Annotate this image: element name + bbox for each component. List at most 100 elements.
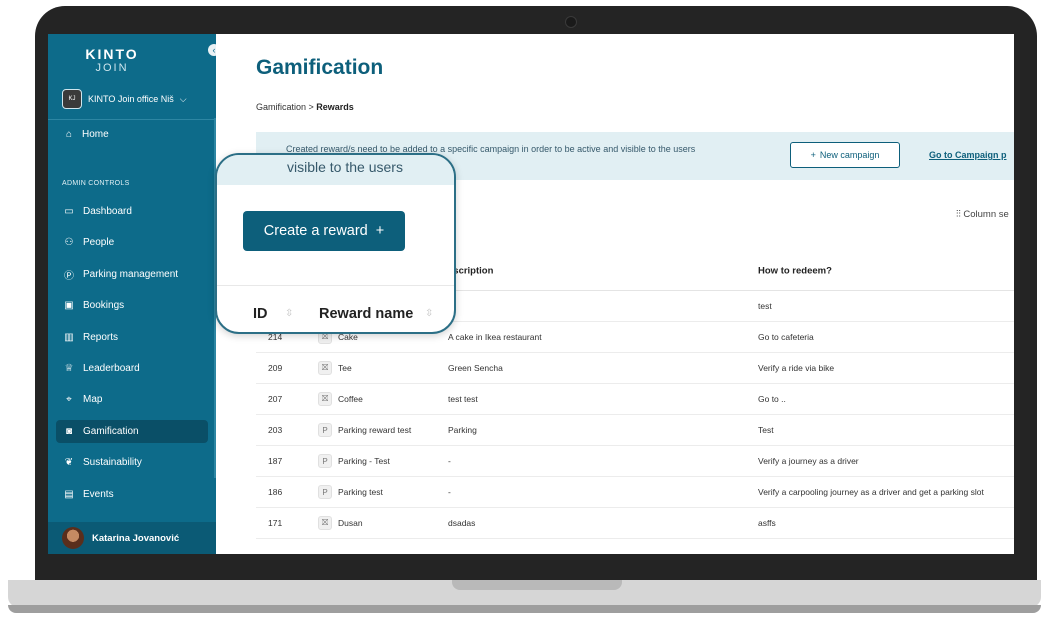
cell-description: Parking (448, 425, 477, 435)
column-settings-button[interactable]: ⫶⫶ Column se (956, 209, 1009, 220)
sort-icon[interactable]: ⇳ (285, 308, 293, 319)
sidebar-item-events[interactable]: ▤ Events (56, 483, 208, 506)
logo-top: KINTO (85, 46, 139, 62)
gamepad-icon: ◙ (65, 425, 73, 437)
camera-icon (565, 16, 577, 28)
sidebar-item-gamification[interactable]: ◙ Gamification (56, 419, 208, 443)
cell-how-to-redeem: Verify a carpooling journey as a driver … (758, 487, 984, 497)
cell-description: Green Sencha (448, 363, 503, 373)
parking-icon: P (318, 485, 332, 499)
chevron-down-icon: ⌵ (179, 93, 187, 104)
cell-reward-name: Tee (338, 363, 352, 373)
new-campaign-label: New campaign (819, 150, 880, 160)
cell-description: A cake in Ikea restaurant (448, 332, 542, 342)
column-header-reward-name[interactable]: Reward name (319, 306, 413, 322)
cell-reward-name: Coffee (338, 394, 363, 404)
create-reward-label: Create a reward (263, 223, 368, 239)
cell-how-to-redeem: asffs (758, 518, 776, 528)
breadcrumb-parent[interactable]: Gamification > (256, 102, 316, 112)
sidebar-item-bookings[interactable]: ▣ Bookings (56, 294, 208, 317)
sort-icon[interactable]: ⇳ (425, 308, 433, 319)
sidebar-item-label: Dashboard (83, 206, 132, 217)
sidebar-item-dashboard[interactable]: ▭ Dashboard (56, 200, 208, 223)
sidebar-item-label: Sustainability (83, 457, 142, 469)
breadcrumb: Gamification > Rewards (256, 102, 354, 112)
people-icon: ⚇ (64, 237, 74, 249)
page-title: Gamification (256, 56, 384, 79)
office-name: KINTO Join office Niš (88, 94, 174, 104)
map-icon: ⌖ (66, 394, 72, 406)
sidebar-nav: ▭ Dashboard ⚇ People Ⓟ Parking management ▣ Boo… (56, 200, 208, 514)
admin-controls-label: ADMIN CONTROLS (62, 180, 130, 187)
table-row[interactable]: 209 Tee Green Sencha Verify a ride via bike… (256, 353, 1014, 384)
laptop-notch (452, 580, 622, 590)
cell-how-to-redeem: test (758, 301, 772, 311)
parking-icon: P (318, 423, 332, 437)
events-icon: ▤ (64, 488, 74, 500)
zoom-callout: visible to the users Create a reward + I… (215, 153, 456, 334)
table-row[interactable]: 186 Parking test - Verify a carpooling jour… (256, 477, 1014, 508)
sidebar-item-label: People (83, 237, 115, 249)
avatar (62, 527, 84, 549)
table-row[interactable]: 187 Parking - Test - Verify a journey as a … (256, 446, 1014, 477)
plus-icon: + (375, 223, 385, 239)
cell-id: 171 (268, 518, 283, 528)
sidebar-item-people[interactable]: ⚇ People (56, 231, 208, 254)
sidebar-item-label: Leaderboard (83, 362, 140, 374)
gift-icon: ⛝ (318, 392, 332, 406)
table-row[interactable]: 207 Coffee test test Go to .. ⛝ (256, 384, 1014, 415)
cell-how-to-redeem: Go to cafeteria (758, 332, 814, 342)
gift-icon: ⛝ (318, 361, 332, 375)
sidebar-item-label: Gamification (83, 425, 139, 437)
office-avatar: KJ (62, 89, 82, 109)
sidebar-item-sustainability[interactable]: ❦ Sustainability (56, 451, 208, 474)
parking-icon: P (318, 454, 332, 468)
cell-id: 186 (268, 487, 283, 497)
logo-bottom: JOIN (95, 62, 129, 74)
sidebar-item-leaderboard[interactable]: ♕ Leaderboard (56, 357, 208, 380)
column-settings-label: Column se (963, 209, 1009, 220)
sidebar-item-parking-management[interactable]: Ⓟ Parking management (56, 263, 208, 286)
create-reward-button[interactable]: Create a reward + (243, 211, 405, 251)
sidebar-item-home[interactable]: ⌂ Home (62, 129, 109, 140)
table-row[interactable]: 203 Parking reward test Parking Test P (256, 415, 1014, 446)
screen: KINTO JOIN ‹ KJ KINTO Join office Niš ⌵ … (48, 34, 1014, 554)
cell-how-to-redeem: Test (758, 425, 774, 435)
callout-table-header: ID ⇳ Reward name ⇳ (217, 285, 454, 331)
sidebar-item-label: Home (82, 129, 109, 140)
cell-id: 207 (268, 394, 283, 404)
cell-reward-name: Parking reward test (338, 425, 412, 435)
callout-banner-text: visible to the users (287, 159, 403, 175)
callout-banner: visible to the users (217, 155, 454, 185)
home-icon: ⌂ (65, 129, 73, 140)
parking-icon: Ⓟ (64, 270, 74, 282)
cell-id: 209 (268, 363, 283, 373)
user-profile[interactable]: Katarina Jovanović (48, 522, 216, 554)
logo[interactable]: KINTO JOIN (82, 46, 142, 74)
cell-reward-name: Dusan (338, 518, 363, 528)
cell-how-to-redeem: Verify a journey as a driver (758, 456, 859, 466)
sidebar-item-reports[interactable]: ▥ Reports (56, 326, 208, 349)
laptop-base-lip (8, 605, 1041, 613)
column-header-id[interactable]: ID (253, 306, 268, 322)
reports-icon: ▥ (64, 331, 74, 343)
sidebar-item-label: Reports (83, 331, 119, 343)
cell-reward-name: Parking - Test (338, 456, 390, 466)
sidebar-item-label: Parking management (83, 268, 179, 280)
sidebar-item-label: Bookings (83, 300, 125, 312)
bookings-icon: ▣ (64, 300, 74, 312)
plus-icon: + (810, 150, 816, 160)
sidebar-item-label: Map (83, 394, 103, 406)
trophy-icon: ♕ (64, 362, 74, 374)
office-selector[interactable]: KJ KINTO Join office Niš ⌵ (62, 89, 187, 109)
cell-description: dsadas (448, 518, 476, 528)
new-campaign-button[interactable]: + New campaign (790, 142, 900, 168)
sidebar-item-map[interactable]: ⌖ Map (56, 388, 208, 411)
sidebar-divider (48, 119, 216, 120)
cell-reward-name: Parking test (338, 487, 383, 497)
cell-how-to-redeem: Verify a ride via bike (758, 363, 835, 373)
go-to-campaign-link[interactable]: Go to Campaign p (929, 150, 1007, 160)
table-row[interactable]: 171 Dusan dsadas asffs ⛝ (256, 508, 1014, 539)
cell-id: 203 (268, 425, 283, 435)
column-header-how-to-redeem[interactable]: How to redeem? (758, 265, 832, 276)
